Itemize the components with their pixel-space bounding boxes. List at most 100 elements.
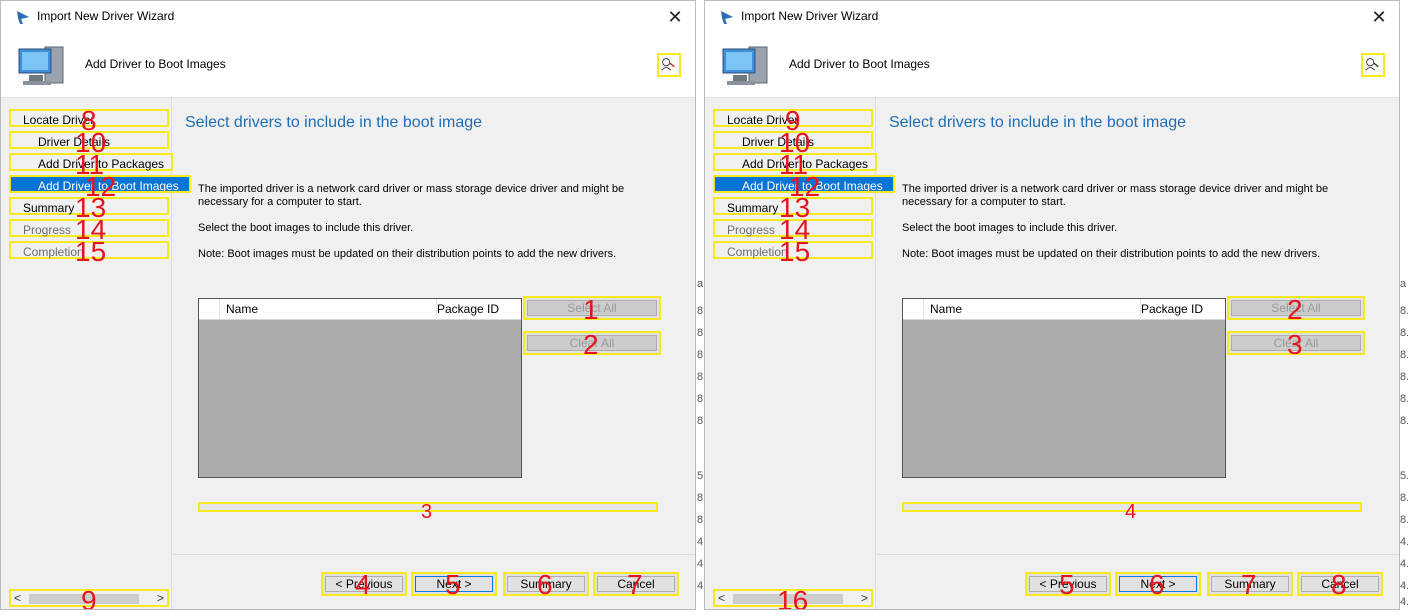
summary-label: Summary: [507, 576, 585, 592]
nav-item-add-to-packages[interactable]: Add Driver to Packages: [9, 153, 173, 171]
nav-item-locate-driver[interactable]: Locate Driver: [713, 109, 873, 127]
nav-item-driver-details[interactable]: Driver Details: [713, 131, 873, 149]
wizard-content: Select drivers to include in the boot im…: [877, 98, 1399, 609]
wizard-nav: Locate Driver Driver Details Add Driver …: [1, 98, 191, 609]
wizard-nav: Locate Driver Driver Details Add Driver …: [705, 98, 895, 609]
nav-item-summary[interactable]: Summary: [9, 197, 169, 215]
previous-button[interactable]: < Previous: [321, 572, 407, 596]
nav-item-progress[interactable]: Progress: [713, 219, 873, 237]
column-header-package-id[interactable]: Package ID: [431, 299, 525, 319]
computer-icon: [18, 46, 64, 85]
bg-fragment: 8.: [1400, 514, 1408, 526]
clear-all-label: Clear All: [1231, 335, 1361, 351]
clear-all-button[interactable]: Clear All: [1227, 331, 1365, 355]
help-icon[interactable]: [1361, 53, 1385, 77]
nav-horizontal-scrollbar[interactable]: < >: [713, 589, 873, 607]
scroll-right-icon[interactable]: >: [157, 591, 164, 605]
title-bar: Import New Driver Wizard ✕: [705, 1, 1399, 33]
bg-fragment: 5.: [1400, 470, 1408, 482]
description-driver: The imported driver is a network card dr…: [902, 183, 1329, 208]
scroll-left-icon[interactable]: <: [14, 591, 21, 605]
bg-fragment: 8.: [1400, 492, 1408, 504]
wizard-content: Select drivers to include in the boot im…: [173, 98, 695, 609]
column-header-name[interactable]: Name: [924, 299, 1141, 319]
next-label: Next >: [1119, 576, 1197, 592]
checkbox-column-header: [199, 299, 220, 319]
summary-button[interactable]: Summary: [503, 572, 589, 596]
bg-fragment: 8.: [1400, 327, 1408, 339]
bg-fragment: 8.: [1400, 349, 1408, 361]
nav-item-completion[interactable]: Completion: [713, 241, 873, 259]
window-title: Import New Driver Wizard: [741, 9, 879, 23]
description-driver: The imported driver is a network card dr…: [198, 183, 625, 208]
description-note: Note: Boot images must be updated on the…: [198, 248, 617, 260]
nav-item-progress[interactable]: Progress: [9, 219, 169, 237]
scrollbar-thumb[interactable]: [29, 594, 139, 604]
nav-horizontal-scrollbar[interactable]: < >: [9, 589, 169, 607]
clear-all-button[interactable]: Clear All: [523, 331, 661, 355]
wizard-header: Add Driver to Boot Images: [1, 33, 695, 98]
description-select: Select the boot images to include this d…: [902, 222, 1118, 234]
summary-button[interactable]: Summary: [1207, 572, 1293, 596]
bg-fragment: 4.: [1400, 580, 1408, 592]
bg-fragment: 8.: [1400, 305, 1408, 317]
app-icon: [721, 11, 733, 24]
wizard-window-right: Import New Driver Wizard ✕ Add Driver to…: [704, 0, 1400, 610]
bg-fragment: 8.: [1400, 415, 1408, 427]
previous-label: < Previous: [325, 576, 403, 592]
select-all-label: Select All: [527, 300, 657, 316]
select-all-button[interactable]: Select All: [1227, 296, 1365, 320]
boot-images-list[interactable]: Name Package ID: [902, 298, 1226, 478]
next-button[interactable]: Next >: [411, 572, 497, 596]
progress-bar: [902, 502, 1362, 512]
nav-item-add-to-boot-images[interactable]: Add Driver to Boot Images: [9, 175, 191, 193]
wizard-window-left: Import New Driver Wizard ✕ Add Driver to…: [0, 0, 696, 610]
next-button[interactable]: Next >: [1115, 572, 1201, 596]
bg-fragment: 8.: [1400, 371, 1408, 383]
previous-label: < Previous: [1029, 576, 1107, 592]
cancel-label: Cancel: [597, 576, 675, 592]
page-title: Select drivers to include in the boot im…: [889, 114, 1187, 131]
bg-fragment: 4.: [1400, 558, 1408, 570]
bg-fragment: 4.: [1400, 536, 1408, 548]
list-header: Name Package ID: [199, 299, 521, 320]
cancel-label: Cancel: [1301, 576, 1379, 592]
title-bar: Import New Driver Wizard ✕: [1, 1, 695, 33]
app-icon: [17, 11, 29, 24]
list-header: Name Package ID: [903, 299, 1225, 320]
select-all-button[interactable]: Select All: [523, 296, 661, 320]
cancel-button[interactable]: Cancel: [593, 572, 679, 596]
next-label: Next >: [415, 576, 493, 592]
bg-fragment: a: [1400, 278, 1407, 290]
previous-button[interactable]: < Previous: [1025, 572, 1111, 596]
column-header-name[interactable]: Name: [220, 299, 437, 319]
progress-bar: [198, 502, 658, 512]
close-icon[interactable]: ✕: [663, 5, 687, 29]
header-title: Add Driver to Boot Images: [85, 57, 226, 71]
nav-item-add-to-boot-images[interactable]: Add Driver to Boot Images: [713, 175, 895, 193]
window-title: Import New Driver Wizard: [37, 9, 175, 23]
column-header-package-id[interactable]: Package ID: [1135, 299, 1229, 319]
cancel-button[interactable]: Cancel: [1297, 572, 1383, 596]
help-icon[interactable]: [657, 53, 681, 77]
wizard-header: Add Driver to Boot Images: [705, 33, 1399, 98]
summary-label: Summary: [1211, 576, 1289, 592]
scroll-left-icon[interactable]: <: [718, 591, 725, 605]
select-all-label: Select All: [1231, 300, 1361, 316]
close-icon[interactable]: ✕: [1367, 5, 1391, 29]
nav-item-summary[interactable]: Summary: [713, 197, 873, 215]
nav-item-add-to-packages[interactable]: Add Driver to Packages: [713, 153, 877, 171]
description-note: Note: Boot images must be updated on the…: [902, 248, 1321, 260]
scrollbar-thumb[interactable]: [733, 594, 843, 604]
footer-divider: [877, 554, 1399, 555]
boot-images-list[interactable]: Name Package ID: [198, 298, 522, 478]
bg-fragment: 8.: [1400, 393, 1408, 405]
description-select: Select the boot images to include this d…: [198, 222, 414, 234]
clear-all-label: Clear All: [527, 335, 657, 351]
nav-item-driver-details[interactable]: Driver Details: [9, 131, 169, 149]
nav-item-completion[interactable]: Completion: [9, 241, 169, 259]
bg-fragment: 4.: [1400, 596, 1408, 608]
scroll-right-icon[interactable]: >: [861, 591, 868, 605]
nav-item-locate-driver[interactable]: Locate Driver: [9, 109, 169, 127]
computer-icon: [722, 46, 768, 85]
